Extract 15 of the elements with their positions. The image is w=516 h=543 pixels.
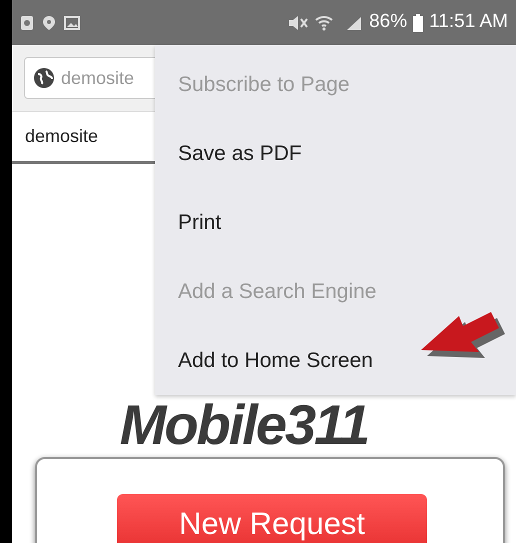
clipboard-icon <box>20 14 34 30</box>
globe-icon <box>33 67 55 89</box>
battery-icon <box>413 14 424 32</box>
clock-time: 11:51 AM <box>429 10 508 34</box>
location-pin-icon <box>42 14 56 30</box>
image-icon <box>64 14 80 30</box>
menu-item[interactable]: Add to Home Screen <box>155 326 516 395</box>
new-request-button[interactable]: New Request <box>117 494 427 543</box>
menu-item[interactable]: Save as PDF <box>155 119 516 188</box>
logo-text: Mobile311 <box>118 397 370 453</box>
browser-tab[interactable]: demosite <box>12 123 112 150</box>
wifi-icon <box>315 14 334 30</box>
mute-icon <box>287 14 310 30</box>
menu-item[interactable]: Print <box>155 188 516 257</box>
battery-percent: 86% <box>369 10 408 34</box>
